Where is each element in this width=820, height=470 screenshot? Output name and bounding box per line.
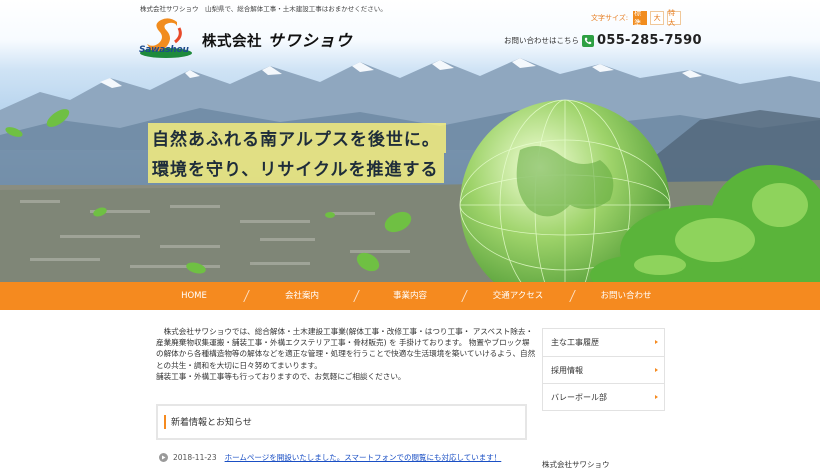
sidebar-item-label: 採用情報: [551, 366, 583, 375]
nav-company[interactable]: 会社案内: [250, 282, 354, 310]
sidebar-item-label: バレーボール部: [551, 393, 607, 402]
company-name[interactable]: 株式会社 サワショウ: [202, 27, 353, 51]
font-size-xlarge-button[interactable]: 特大: [667, 9, 682, 27]
sidebar-item-volleyball[interactable]: バレーボール部: [543, 383, 664, 410]
intro-line: との共生・調和を大切に日々努めてまいります。: [156, 360, 322, 370]
nav-access[interactable]: 交通アクセス: [466, 282, 570, 310]
nav-home[interactable]: HOME: [142, 282, 246, 310]
intro-line: 舗装工事・外構工事等も行っておりますので、お気軽にご相談ください。: [156, 371, 406, 381]
hero-tagline-2: 環境を守り、リサイクルを推進する: [148, 153, 445, 183]
intro-text: 株式会社サワショウでは、総合解体・土木建設工事業(解体工事・改修工事・はつり工事…: [156, 326, 536, 382]
font-size-label: 文字サイズ:: [591, 14, 629, 22]
news-heading: 新着情報とお知らせ: [171, 418, 252, 428]
hero-tagline-1: 自然あふれる南アルプスを後世に。: [148, 123, 446, 153]
intro-line: の解体から各種構造物等の解体などを適正な管理・処理を行うことで快適な生活環境を築…: [156, 349, 536, 359]
sidebar-company-label: 株式会社サワショウ: [542, 460, 610, 469]
font-size-switcher: 文字サイズ: 標準 大 特大: [591, 9, 682, 27]
sidebar-menu: 主な工事履歴 採用情報 バレーボール部: [542, 328, 665, 411]
contact-label: お問い合わせはこちら: [504, 36, 579, 45]
company-name-suffix: サワショウ: [267, 31, 353, 50]
chevron-right-icon: [655, 340, 658, 344]
nav-business[interactable]: 事業内容: [358, 282, 462, 310]
sidebar-item-recruit[interactable]: 採用情報: [543, 356, 664, 383]
play-bullet-icon: [159, 453, 168, 462]
phone-number[interactable]: 055-285-7590: [597, 33, 702, 48]
nav-contact[interactable]: お問い合わせ: [574, 282, 678, 310]
news-heading-box: 新着情報とお知らせ: [156, 404, 527, 440]
company-name-prefix: 株式会社: [202, 34, 262, 50]
sidebar-item-label: 主な工事履歴: [551, 338, 599, 347]
news-item: 2018-11-23 ホームページを開設いたしました。スマートフォンでの閲覧にも…: [159, 452, 501, 463]
header-tagline: 株式会社サワショウ 山梨県で、総合解体工事・土木建設工事はおまかせください。: [140, 5, 387, 13]
main-nav: HOME 会社案内 事業内容 交通アクセス お問い合わせ: [0, 282, 820, 310]
logo-wordmark: Sawashou: [139, 45, 189, 55]
news-date: 2018-11-23: [173, 453, 217, 462]
contact-info: お問い合わせはこちら 055-285-7590: [504, 33, 702, 48]
hero-banner: 株式会社サワショウ 山梨県で、総合解体工事・土木建設工事はおまかせください。 S…: [0, 0, 820, 282]
news-heading-accent: [164, 415, 166, 429]
phone-icon: [582, 34, 594, 47]
intro-line: 株式会社サワショウでは、総合解体・土木建設工事業(解体工事・改修工事・はつり工事…: [156, 327, 534, 336]
page: 株式会社サワショウ 山梨県で、総合解体工事・土木建設工事はおまかせください。 S…: [0, 0, 820, 470]
sidebar-item-works[interactable]: 主な工事履歴: [543, 329, 664, 356]
font-size-standard-button[interactable]: 標準: [633, 9, 648, 27]
chevron-right-icon: [655, 395, 658, 399]
font-size-large-button[interactable]: 大: [650, 11, 665, 25]
news-link[interactable]: ホームページを開設いたしました。スマートフォンでの閲覧にも対応しています！: [225, 452, 502, 463]
chevron-right-icon: [655, 368, 658, 372]
intro-line: 産業廃棄物収集運搬・舗装工事・外構エクステリア工事・骨材販売) を 手掛けており…: [156, 338, 530, 348]
